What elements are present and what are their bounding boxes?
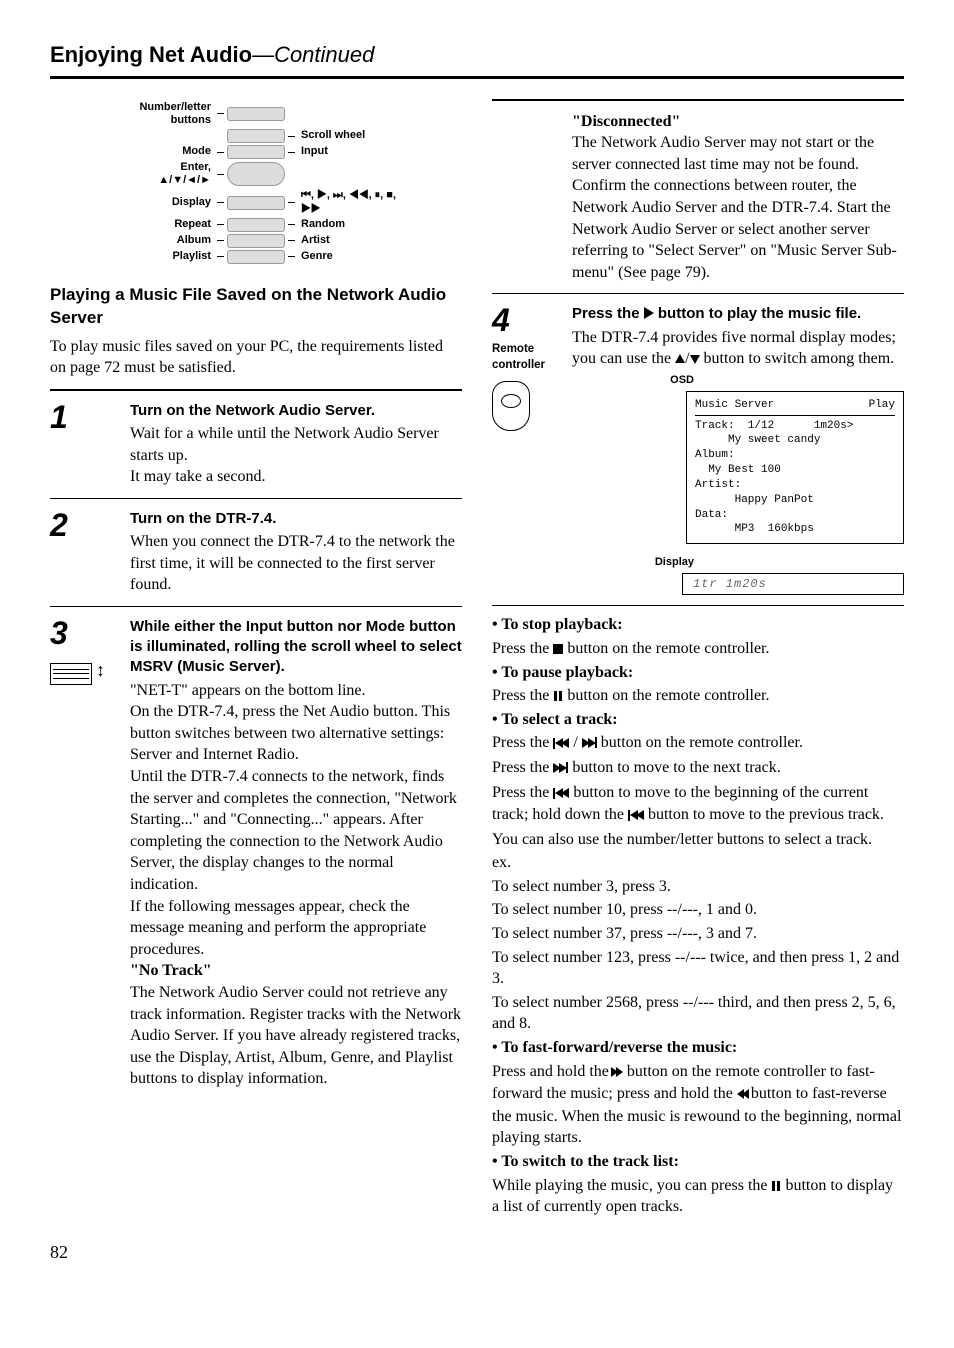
step-3-body-2: On the DTR-7.4, press the Net Audio butt… bbox=[130, 701, 462, 766]
pause-head: To pause playback: bbox=[492, 662, 904, 684]
osd-artist-l: Artist: bbox=[695, 478, 895, 493]
header-main: Enjoying Net Audio bbox=[50, 42, 252, 67]
section1-intro: To play music files saved on your PC, th… bbox=[50, 336, 462, 379]
up-icon bbox=[675, 354, 685, 363]
osd-track: Track: 1/12 1m20s> bbox=[695, 419, 895, 434]
switch-list-head: To switch to the track list: bbox=[492, 1151, 904, 1173]
step-2-head: Turn on the DTR-7.4. bbox=[130, 509, 462, 529]
select-track-b2: Press the button to move to the next tra… bbox=[492, 757, 904, 780]
display-label: Display bbox=[634, 555, 704, 570]
pause-body: Press the button on the remote controlle… bbox=[492, 685, 904, 707]
dia-album: Album bbox=[101, 234, 217, 247]
select-track-b3: Press the button to move to the beginnin… bbox=[492, 782, 904, 827]
dia-random: Random bbox=[295, 218, 411, 231]
select-track-ex: ex. bbox=[492, 852, 904, 874]
step-4-head: Press the button to play the music file. bbox=[572, 304, 904, 324]
ff-head: To fast-forward/reverse the music: bbox=[492, 1037, 904, 1059]
switch-list-body: While playing the music, you can press t… bbox=[492, 1175, 904, 1218]
stop-icon bbox=[553, 644, 563, 654]
section1-title: Playing a Music File Saved on the Networ… bbox=[50, 284, 462, 330]
dia-number-letter: Number/letter buttons bbox=[101, 101, 217, 127]
bullet-list: To stop playback: Press the button on th… bbox=[492, 614, 904, 1217]
play-icon bbox=[644, 307, 654, 319]
remote-icon bbox=[492, 381, 530, 431]
osd-display: Music Server Play Track: 1/12 1m20s> My s… bbox=[686, 391, 904, 545]
disconnected-section: "Disconnected" The Network Audio Server … bbox=[492, 101, 904, 295]
select-track-b1: Press the / button on the remote control… bbox=[492, 732, 904, 755]
step-3-body-3: Until the DTR-7.4 connects to the networ… bbox=[130, 766, 462, 896]
band-icon bbox=[50, 663, 92, 685]
stop-head: To stop playback: bbox=[492, 614, 904, 636]
dia-genre: Genre bbox=[295, 250, 411, 263]
pause-icon bbox=[553, 691, 563, 701]
step-3-body-1: "NET-T" appears on the bottom line. bbox=[130, 680, 462, 702]
select-track-b4: You can also use the number/letter butto… bbox=[492, 829, 904, 851]
osd-artist: Happy PanPot bbox=[695, 493, 895, 508]
disconnected-head: "Disconnected" bbox=[572, 111, 904, 133]
osd-data-l: Data: bbox=[695, 508, 895, 523]
down-icon bbox=[690, 355, 700, 364]
select-track-e2: To select number 10, press --/---, 1 and… bbox=[492, 899, 904, 921]
dia-playlist: Playlist bbox=[101, 250, 217, 263]
osd-song: My sweet candy bbox=[695, 433, 895, 448]
step-2: 2 Turn on the DTR-7.4. When you connect … bbox=[50, 499, 462, 607]
two-column-layout: Number/letter buttons Scroll wheel Mode I… bbox=[50, 99, 904, 1220]
disconnected-body: The Network Audio Server may not start o… bbox=[572, 132, 904, 283]
select-track-head: To select a track: bbox=[492, 709, 904, 731]
select-track-e1: To select number 3, press 3. bbox=[492, 876, 904, 898]
osd-title: Music Server bbox=[695, 398, 774, 413]
steps-table: 1 Turn on the Network Audio Server. Wait… bbox=[50, 389, 462, 1100]
dia-scroll-wheel: Scroll wheel bbox=[295, 129, 411, 142]
select-track-e3: To select number 37, press --/---, 3 and… bbox=[492, 923, 904, 945]
right-column: "Disconnected" The Network Audio Server … bbox=[492, 99, 904, 1220]
dia-display: Display bbox=[101, 196, 217, 209]
left-column: Number/letter buttons Scroll wheel Mode I… bbox=[50, 99, 462, 1220]
step-1-head: Turn on the Network Audio Server. bbox=[130, 401, 462, 421]
page-header: Enjoying Net Audio—Continued bbox=[50, 40, 904, 79]
step-2-number: 2 bbox=[50, 509, 130, 596]
step-4-side-label: Remote controller bbox=[492, 342, 572, 373]
rewind-icon bbox=[737, 1084, 747, 1106]
dia-repeat: Repeat bbox=[101, 218, 217, 231]
step-3-body-4: If the following messages appear, check … bbox=[130, 896, 462, 961]
dia-artist: Artist bbox=[295, 234, 411, 247]
step-3: 3 ↕ While either the Input button nor Mo… bbox=[50, 607, 462, 1100]
step-1-number: 1 bbox=[50, 401, 130, 488]
fast-forward-icon bbox=[613, 1062, 623, 1084]
osd-album-l: Album: bbox=[695, 448, 895, 463]
step-1-body-1: Wait for a while until the Network Audio… bbox=[130, 423, 462, 466]
front-display: 1tr 1m20s bbox=[682, 573, 904, 595]
osd-play: Play bbox=[869, 398, 895, 413]
step-4-body-1: The DTR-7.4 provides five normal display… bbox=[572, 327, 904, 370]
dia-mode: Mode bbox=[101, 145, 217, 158]
step-1: 1 Turn on the Network Audio Server. Wait… bbox=[50, 391, 462, 499]
dia-enter: Enter, bbox=[180, 161, 211, 173]
stop-body: Press the button on the remote controlle… bbox=[492, 638, 904, 660]
step-2-body-1: When you connect the DTR-7.4 to the netw… bbox=[130, 531, 462, 596]
osd-album: My Best 100 bbox=[695, 463, 895, 478]
osd-data: MP3 160kbps bbox=[695, 522, 895, 537]
updown-arrow-icon: ↕ bbox=[96, 661, 105, 679]
dia-transport: ⏮, ▶, ⏭, ◀◀, ⏸, ■, ▶▶ bbox=[295, 189, 411, 215]
step-3-head: While either the Input button nor Mode b… bbox=[130, 617, 462, 678]
select-track-e5: To select number 2568, press --/--- thir… bbox=[492, 992, 904, 1035]
step-4: 4 Remote controller Press the button to … bbox=[492, 294, 904, 606]
header-sub: —Continued bbox=[252, 42, 374, 67]
ff-body: Press and hold the button on the remote … bbox=[492, 1061, 904, 1149]
select-track-e4: To select number 123, press --/--- twice… bbox=[492, 947, 904, 990]
page-number: 82 bbox=[50, 1240, 904, 1264]
no-track-body: The Network Audio Server could not retri… bbox=[130, 982, 462, 1090]
pause-icon-2 bbox=[771, 1181, 781, 1191]
osd-label: OSD bbox=[634, 373, 704, 388]
step-3-number: 3 ↕ bbox=[50, 617, 130, 1090]
dia-arrows: ▲/▼/◄/► bbox=[158, 174, 211, 186]
dia-input: Input bbox=[295, 145, 411, 158]
no-track-head: "No Track" bbox=[130, 960, 462, 982]
step-1-body-2: It may take a second. bbox=[130, 466, 462, 488]
step-4-number: 4 bbox=[492, 304, 572, 336]
remote-diagram: Number/letter buttons Scroll wheel Mode I… bbox=[101, 101, 411, 264]
